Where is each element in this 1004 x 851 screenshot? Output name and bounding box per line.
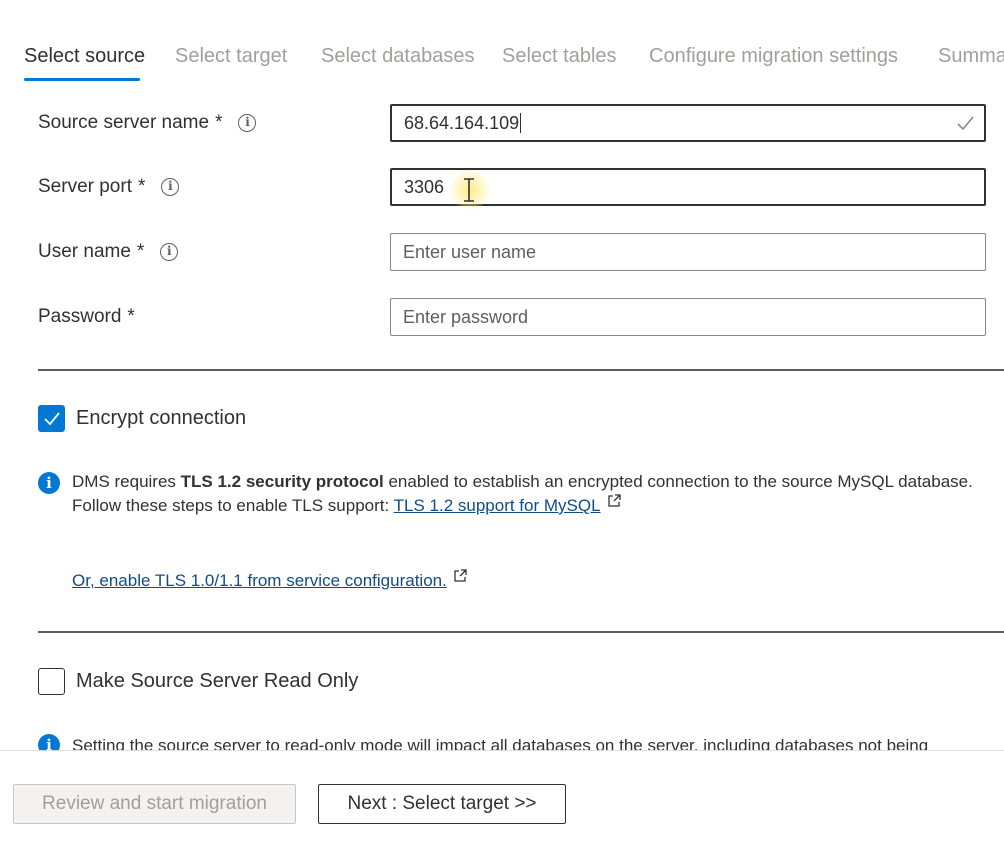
tls-note-bold: TLS 1.2 security protocol xyxy=(180,472,384,491)
source-server-row: Source server name * i 68.64.164.109 xyxy=(0,104,1004,144)
tab-select-tables[interactable]: Select tables xyxy=(502,40,617,72)
tls-note-line2: Follow these steps to enable TLS support… xyxy=(72,496,394,515)
tab-configure-migration-settings[interactable]: Configure migration settings xyxy=(649,40,898,72)
source-server-input[interactable]: 68.64.164.109 xyxy=(390,104,986,142)
tab-select-databases[interactable]: Select databases xyxy=(321,40,474,72)
user-name-label-text: User name xyxy=(38,241,131,262)
active-tab-indicator xyxy=(24,78,140,81)
info-icon[interactable]: i xyxy=(161,178,180,196)
required-asterisk: * xyxy=(127,306,135,327)
tls-support-link[interactable]: TLS 1.2 support for MySQL xyxy=(394,496,601,515)
enable-legacy-tls-link[interactable]: Or, enable TLS 1.0/1.1 from service conf… xyxy=(72,571,447,590)
encrypt-connection-checkbox[interactable] xyxy=(38,405,65,432)
review-and-start-migration-button[interactable]: Review and start migration xyxy=(13,784,296,824)
server-port-value: 3306 xyxy=(404,176,445,197)
user-name-label: User name * i xyxy=(38,241,179,263)
source-server-label: Source server name * i xyxy=(38,112,257,134)
section-divider xyxy=(38,369,1004,371)
user-name-input[interactable]: Enter user name xyxy=(390,233,986,271)
password-placeholder: Enter password xyxy=(403,306,529,327)
section-divider xyxy=(38,631,1004,633)
external-link-icon xyxy=(454,569,467,582)
password-label: Password * xyxy=(38,306,135,328)
mouse-cursor-ibeam-icon xyxy=(450,170,490,210)
source-server-label-text: Source server name xyxy=(38,112,210,133)
tls-note: DMS requires TLS 1.2 security protocol e… xyxy=(72,470,973,518)
next-select-target-button[interactable]: Next : Select target >> xyxy=(318,784,566,824)
tab-summary[interactable]: Summa xyxy=(938,40,1004,72)
server-port-row: Server port * i 3306 xyxy=(0,168,1004,208)
info-icon[interactable]: i xyxy=(160,243,179,261)
read-only-checkbox[interactable] xyxy=(38,668,65,695)
password-input[interactable]: Enter password xyxy=(390,298,986,336)
tls-note-prefix: DMS requires xyxy=(72,472,181,491)
tab-select-target[interactable]: Select target xyxy=(175,40,287,72)
server-port-label-text: Server port xyxy=(38,176,132,197)
text-caret xyxy=(520,113,522,133)
user-name-row: User name * i Enter user name xyxy=(0,233,1004,273)
valid-check-icon xyxy=(957,116,974,131)
required-asterisk: * xyxy=(215,112,223,133)
required-asterisk: * xyxy=(137,176,146,197)
source-server-value: 68.64.164.109 xyxy=(404,112,520,133)
password-row: Password * Enter password xyxy=(0,298,1004,338)
tab-select-source[interactable]: Select source xyxy=(24,40,145,72)
server-port-label: Server port * i xyxy=(38,176,180,198)
info-icon: i xyxy=(38,472,60,494)
tls-note-suffix: enabled to establish an encrypted connec… xyxy=(383,472,973,491)
checkmark-icon xyxy=(44,412,60,426)
alt-tls-row: Or, enable TLS 1.0/1.1 from service conf… xyxy=(72,569,467,593)
footer-bar: Review and start migration Next : Select… xyxy=(0,751,1004,851)
read-only-label: Make Source Server Read Only xyxy=(76,670,359,692)
wizard-tabs: Select source Select target Select datab… xyxy=(24,40,1004,84)
info-icon[interactable]: i xyxy=(238,114,257,132)
external-link-icon xyxy=(607,494,621,507)
required-asterisk: * xyxy=(136,241,145,262)
encrypt-connection-label: Encrypt connection xyxy=(76,407,247,429)
user-name-placeholder: Enter user name xyxy=(403,241,537,262)
password-label-text: Password xyxy=(38,306,122,327)
